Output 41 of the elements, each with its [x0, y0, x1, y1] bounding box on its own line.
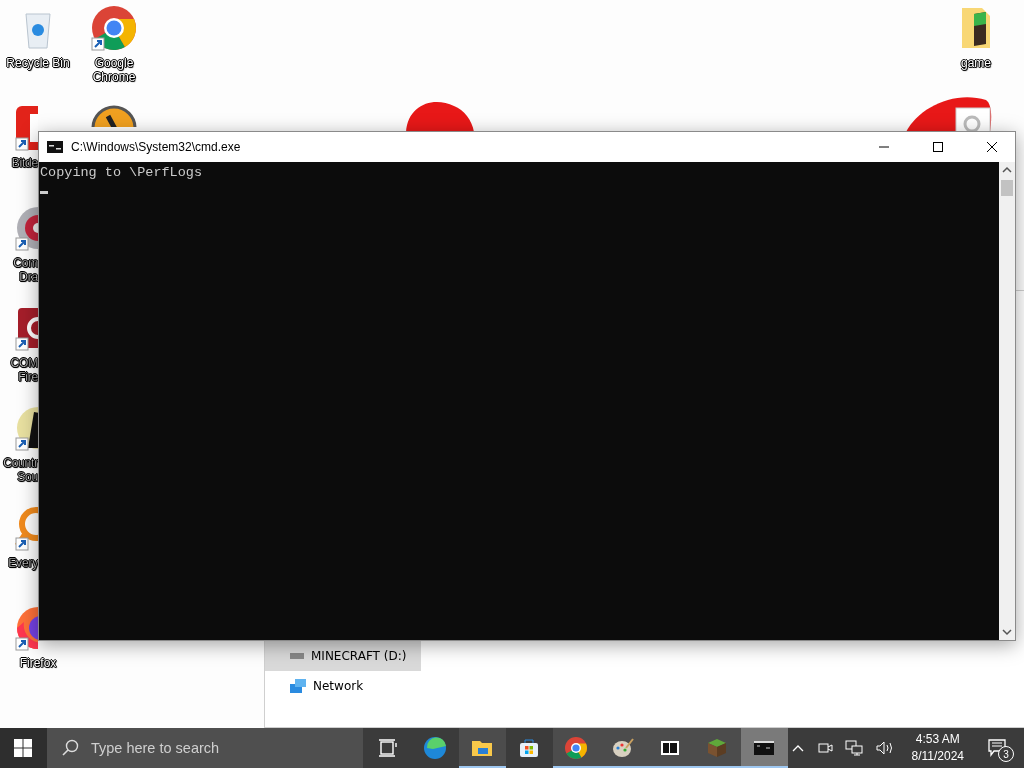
icon-label: Bitde — [10, 156, 38, 170]
browser-icon — [423, 736, 448, 760]
terminal-icon — [47, 141, 63, 153]
network-icon — [289, 678, 307, 694]
app-icon[interactable] — [14, 104, 38, 152]
speaker-icon — [874, 740, 895, 756]
icon-label: Firefox — [18, 656, 58, 670]
nav-item[interactable]: MINECRAFT (D:) — [265, 641, 421, 671]
browser-icon[interactable] — [90, 4, 138, 52]
icon-label: Google Chrome — [91, 56, 137, 84]
nav-item[interactable]: Network — [265, 671, 421, 701]
notifications-button[interactable]: 3 — [978, 728, 1019, 768]
close-icon — [986, 141, 998, 153]
maximize-icon — [932, 141, 944, 153]
search-icon — [60, 739, 79, 757]
icon-label: Countr Sou — [2, 456, 38, 484]
notification-count: 3 — [998, 746, 1015, 762]
taskbar-app[interactable] — [552, 728, 600, 768]
chat-bubble-icon — [988, 739, 1009, 757]
start-button[interactable] — [0, 728, 47, 768]
network-icon — [844, 740, 863, 756]
console-line: Copying to \PerfLogs — [40, 164, 204, 182]
icon-label: Every — [7, 556, 38, 570]
taskbar-app[interactable] — [740, 728, 788, 768]
window-title: C:\Windows\System32\cmd.exe — [71, 140, 242, 154]
palette-icon — [611, 736, 636, 760]
chevron-up-icon — [790, 743, 805, 753]
icon-label: COM Fire — [9, 356, 38, 384]
icon-label: Recycle Bin — [5, 56, 71, 70]
scrollbar[interactable] — [999, 162, 1015, 640]
taskbar-app[interactable] — [458, 728, 506, 768]
scroll-thumb[interactable] — [1001, 180, 1013, 196]
icon-label: game — [959, 56, 993, 70]
icon-label: Com Dra — [12, 256, 38, 284]
search-input[interactable]: Type here to search — [88, 739, 363, 757]
search-field[interactable]: Type here to search — [46, 728, 363, 768]
clock-button[interactable]: 4:53 AM 8/11/2024 — [903, 731, 973, 765]
camera-icon — [816, 740, 833, 756]
windows-logo-icon — [14, 739, 33, 757]
wallpaper-shape — [406, 101, 474, 132]
browser-icon — [564, 736, 589, 760]
